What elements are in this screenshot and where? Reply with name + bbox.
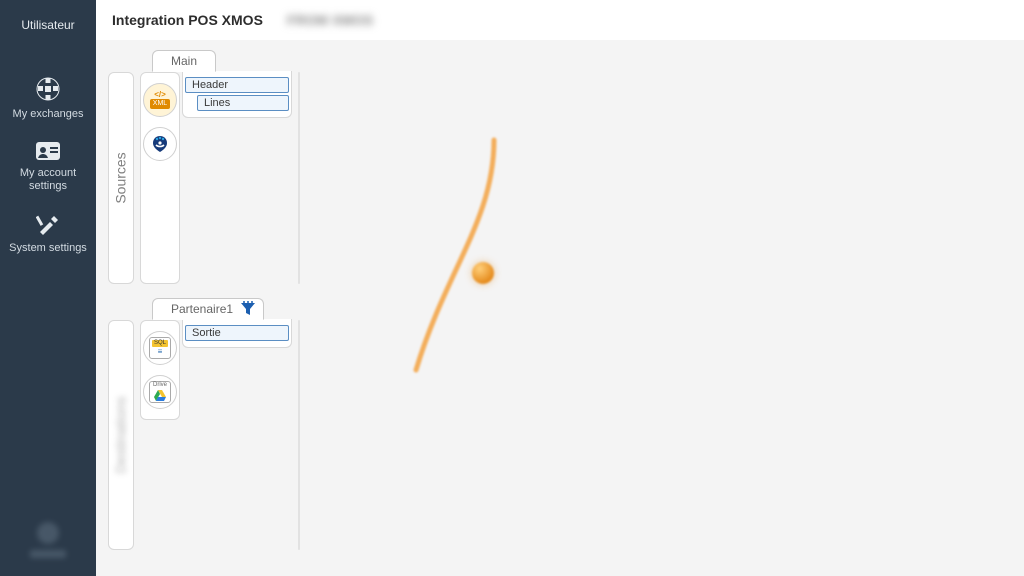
sources-preview (298, 72, 300, 284)
flow-node (472, 262, 494, 284)
destination-sql-button[interactable]: SQL ≡ (143, 331, 177, 365)
tree-item-header[interactable]: Header (185, 77, 289, 93)
sidebar-user-label: Utilisateur (21, 18, 74, 32)
sidebar-bottom-blur (30, 522, 66, 558)
sidebar: Utilisateur My exchanges My account sett… (0, 0, 96, 576)
nav-exchanges[interactable]: My exchanges (0, 66, 96, 131)
tools-icon (36, 214, 60, 236)
tree-item-sortie[interactable]: Sortie (185, 325, 289, 341)
exchanges-icon (34, 76, 62, 102)
nav-account[interactable]: My account settings (0, 131, 96, 203)
id-card-icon (35, 141, 61, 161)
destinations-rail: Destinations (108, 320, 134, 550)
destinations-rail-label: Destinations (113, 396, 129, 473)
google-drive-icon (153, 390, 167, 402)
nav-label: My account settings (6, 167, 90, 193)
partner-logo-icon (149, 133, 171, 155)
destinations-section: Partenaire1 Destinations S (108, 294, 1012, 550)
tree-item-lines[interactable]: Lines (197, 95, 289, 111)
drive-label: Drive (153, 382, 167, 389)
xml-label: XML (150, 99, 170, 108)
sources-tab-main[interactable]: Main (152, 50, 216, 72)
sources-rail-label: Sources (113, 152, 129, 203)
sources-tree: Header Lines (182, 71, 292, 118)
sources-section: Main Sources </> XML (108, 46, 1012, 284)
page-subtitle-blur: FROM XMOS (287, 12, 373, 28)
funnel-icon (239, 300, 257, 318)
nav-label: My exchanges (13, 108, 84, 121)
sql-badge: SQL (152, 340, 168, 347)
nav-label: System settings (9, 242, 87, 255)
destinations-tree: Sortie (182, 319, 292, 348)
main-area: Integration POS XMOS FROM XMOS Main Sour… (96, 0, 1024, 576)
nav-system[interactable]: System settings (0, 204, 96, 265)
sources-icon-column: </> XML (140, 72, 180, 284)
page-title: Integration POS XMOS (112, 12, 263, 28)
destinations-icon-column: SQL ≡ Drive (140, 320, 180, 420)
workflow-canvas: Main Sources </> XML (96, 40, 1024, 576)
topbar: Integration POS XMOS FROM XMOS (96, 0, 1024, 40)
sql-lines-icon: ≡ (158, 347, 163, 356)
destinations-tab-label: Partenaire1 (171, 302, 233, 316)
sources-rail: Sources (108, 72, 134, 284)
destinations-tab[interactable]: Partenaire1 (152, 298, 264, 320)
xml-code-icon: </> (154, 91, 166, 99)
source-partner-button[interactable] (143, 127, 177, 161)
source-xml-button[interactable]: </> XML (143, 83, 177, 117)
destinations-preview (298, 320, 300, 550)
destination-drive-button[interactable]: Drive (143, 375, 177, 409)
